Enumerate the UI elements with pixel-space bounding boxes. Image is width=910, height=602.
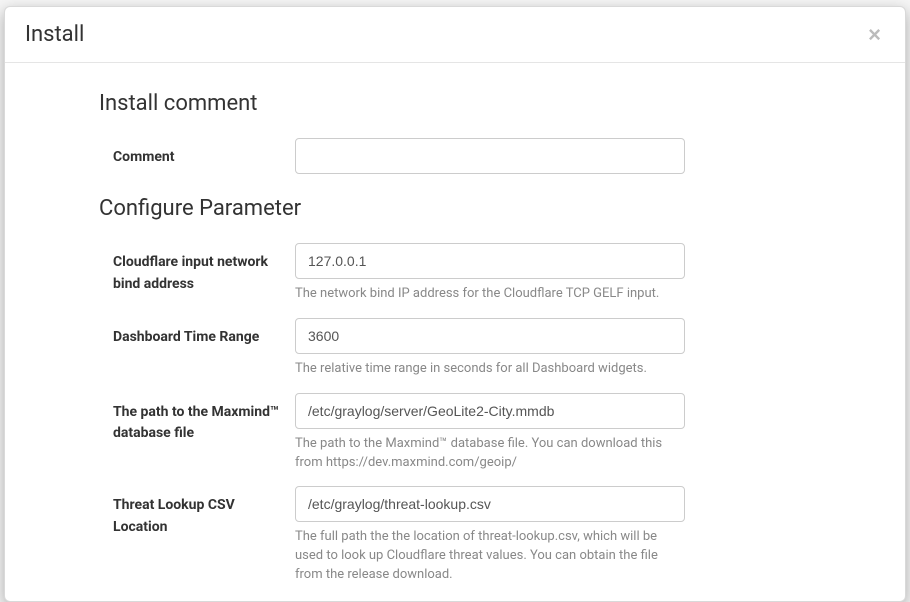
- comment-row: Comment: [113, 138, 845, 174]
- bind-address-row: Cloudflare input network bind address Th…: [113, 243, 845, 304]
- dashboard-time-range-row: Dashboard Time Range The relative time r…: [113, 318, 845, 379]
- modal-title: Install: [25, 22, 84, 47]
- install-modal: Install × Install comment Comment Config…: [4, 6, 906, 602]
- threat-csv-help: The full path the the location of threat…: [295, 528, 685, 585]
- threat-csv-label: Threat Lookup CSV Location: [113, 497, 235, 535]
- maxmind-path-label: The path to the Maxmind™ database file: [113, 404, 279, 442]
- section-install-comment: Install comment: [99, 91, 845, 116]
- dashboard-time-range-label: Dashboard Time Range: [113, 329, 259, 345]
- comment-label: Comment: [113, 149, 174, 165]
- maxmind-path-row: The path to the Maxmind™ database file T…: [113, 393, 845, 473]
- modal-body: Install comment Comment Configure Parame…: [5, 63, 905, 599]
- dashboard-time-range-input[interactable]: [295, 318, 685, 354]
- bind-address-input[interactable]: [295, 243, 685, 279]
- bind-address-label: Cloudflare input network bind address: [113, 254, 268, 292]
- modal-header: Install ×: [5, 7, 905, 63]
- maxmind-path-help: The path to the Maxmind™ database file. …: [295, 435, 685, 473]
- threat-csv-input[interactable]: [295, 486, 685, 522]
- comment-input[interactable]: [295, 138, 685, 174]
- maxmind-path-input[interactable]: [295, 393, 685, 429]
- dashboard-time-range-help: The relative time range in seconds for a…: [295, 360, 685, 379]
- bind-address-help: The network bind IP address for the Clou…: [295, 285, 685, 304]
- threat-csv-row: Threat Lookup CSV Location The full path…: [113, 486, 845, 585]
- close-button[interactable]: ×: [864, 24, 885, 46]
- section-configure-parameter: Configure Parameter: [99, 196, 845, 221]
